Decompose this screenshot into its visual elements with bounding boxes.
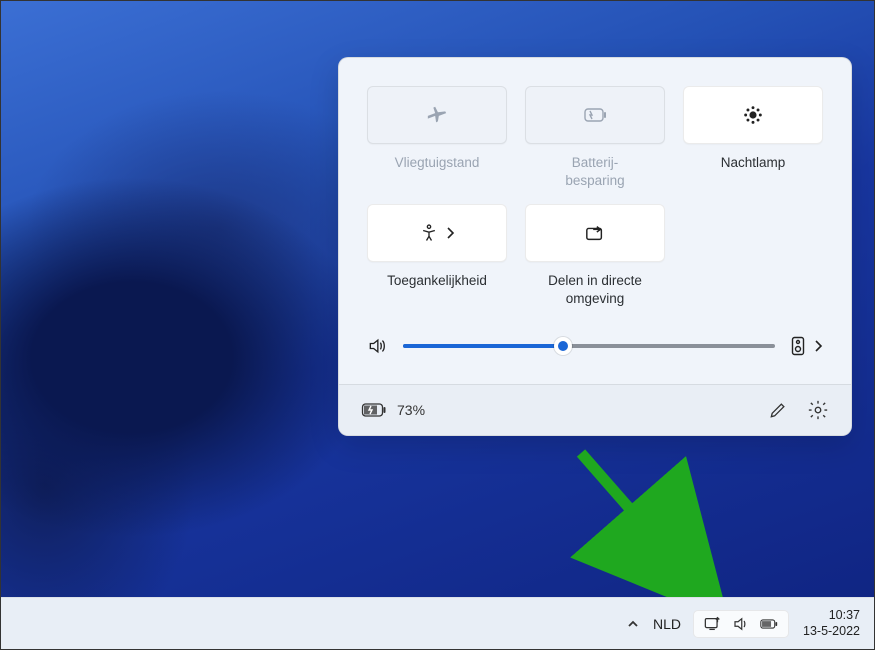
quick-settings-footer: 73% xyxy=(339,384,851,435)
settings-button[interactable] xyxy=(807,399,829,421)
battery-icon xyxy=(760,615,778,633)
volume-slider-fill xyxy=(403,344,563,348)
tile-airplane-mode-button[interactable] xyxy=(367,86,507,144)
tile-night-light: Nachtlamp xyxy=(683,86,823,190)
tile-label: Nachtlamp xyxy=(721,154,786,190)
tile-accessibility: Toegankelijkheid xyxy=(367,204,507,308)
night-light-icon xyxy=(742,104,764,126)
volume-slider[interactable] xyxy=(403,344,775,348)
speaker-icon xyxy=(732,615,750,633)
system-tray-group[interactable] xyxy=(693,610,789,638)
battery-status[interactable]: 73% xyxy=(361,402,425,418)
tray-overflow-button[interactable] xyxy=(621,612,645,636)
battery-saver-icon xyxy=(582,106,608,124)
tray-time: 10:37 xyxy=(803,608,860,624)
chevron-right-icon[interactable] xyxy=(813,339,823,353)
tray-date: 13-5-2022 xyxy=(803,624,860,640)
tile-label: Delen in directe omgeving xyxy=(525,272,665,308)
battery-percent: 73% xyxy=(397,402,425,418)
tile-nearby-sharing: Delen in directe omgeving xyxy=(525,204,665,308)
taskbar: NLD 10:37 13-5-2022 xyxy=(1,597,874,649)
audio-output-icon[interactable] xyxy=(791,336,805,356)
volume-slider-row xyxy=(339,316,851,384)
edit-button[interactable] xyxy=(767,399,789,421)
accessibility-icon xyxy=(419,223,439,243)
tile-battery-saver-button[interactable] xyxy=(525,86,665,144)
speaker-icon[interactable] xyxy=(367,336,387,356)
tile-airplane-mode: Vliegtuigstand xyxy=(367,86,507,190)
battery-charging-icon xyxy=(361,402,387,418)
cast-icon xyxy=(584,223,606,243)
tile-battery-saver: Batterij- besparing xyxy=(525,86,665,190)
airplane-icon xyxy=(426,104,448,126)
tray-language[interactable]: NLD xyxy=(653,616,681,632)
chevron-right-icon xyxy=(445,226,455,240)
tile-label: Vliegtuigstand xyxy=(395,154,480,190)
tile-accessibility-button[interactable] xyxy=(367,204,507,262)
volume-slider-thumb[interactable] xyxy=(554,337,572,355)
tile-label: Batterij- besparing xyxy=(565,154,624,190)
quick-settings-tiles: Vliegtuigstand Batterij- besparing xyxy=(339,58,851,316)
tile-night-light-button[interactable] xyxy=(683,86,823,144)
network-icon xyxy=(704,615,722,633)
tile-nearby-sharing-button[interactable] xyxy=(525,204,665,262)
quick-settings-panel: Vliegtuigstand Batterij- besparing xyxy=(338,57,852,436)
tray-clock[interactable]: 10:37 13-5-2022 xyxy=(803,608,860,639)
tile-label: Toegankelijkheid xyxy=(387,272,487,308)
